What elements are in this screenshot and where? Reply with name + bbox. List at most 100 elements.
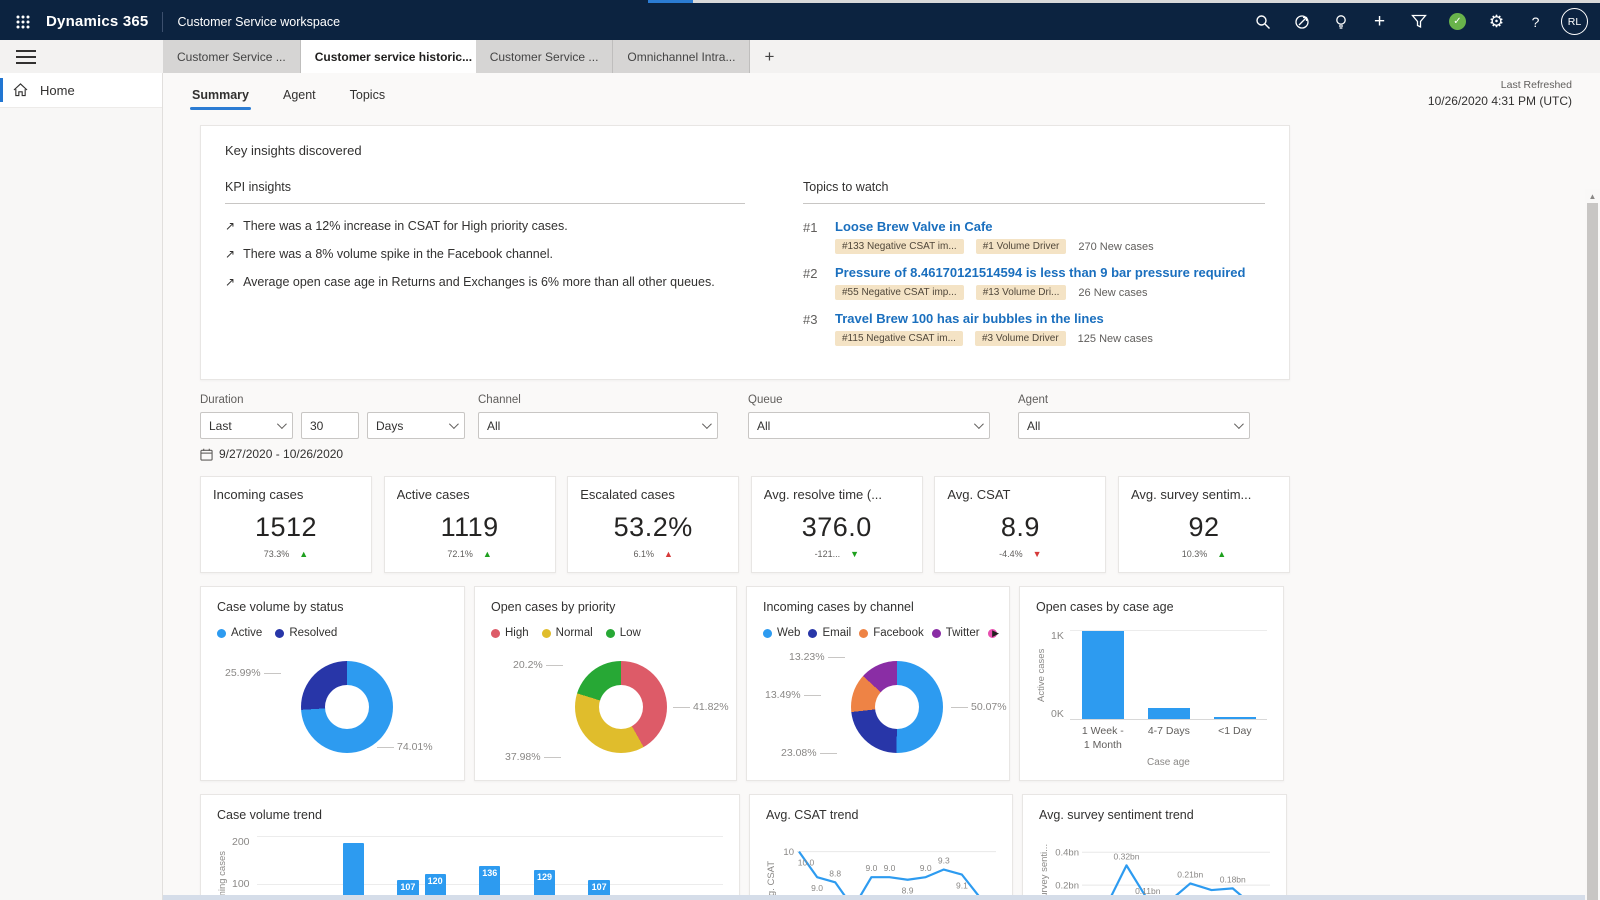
- search-icon[interactable]: [1243, 3, 1282, 40]
- bar-4-7-days[interactable]: [1148, 708, 1190, 719]
- subtab-summary[interactable]: Summary: [190, 78, 251, 110]
- filter-bar: Duration Last 30 Days 9/27/2020: [200, 394, 1290, 461]
- delta-up-icon: ▲: [299, 550, 308, 559]
- x-axis-categories: 1 Week - 1 Month 4-7 Days <1 Day: [1070, 725, 1267, 752]
- kpi-card-active-cases[interactable]: Active cases 1119 72.1% ▲: [384, 476, 556, 573]
- last-refreshed: Last Refreshed 10/26/2020 4:31 PM (UTC): [1428, 79, 1572, 108]
- subtab-agent[interactable]: Agent: [281, 78, 318, 110]
- kpi-card-incoming-cases[interactable]: Incoming cases 1512 73.3% ▲: [200, 476, 372, 573]
- y-axis-ticks: 1K0K: [1051, 630, 1064, 720]
- agent-select[interactable]: All: [1018, 412, 1250, 439]
- csat-impact-badge: #133 Negative CSAT im...: [835, 239, 964, 254]
- open-cases-by-priority-card[interactable]: Open cases by priority High Normal Low 2…: [474, 586, 737, 781]
- hamburger-menu-icon[interactable]: [16, 46, 36, 68]
- kpi-insight-item: ↗ Average open case age in Returns and E…: [225, 275, 745, 289]
- channel-donut-chart[interactable]: [851, 661, 943, 753]
- topic-link[interactable]: Travel Brew 100 has air bubbles in the l…: [835, 311, 1153, 326]
- svg-text:0.2bn: 0.2bn: [1055, 881, 1079, 892]
- delta-up-icon: ▲: [483, 550, 492, 559]
- tab-customer-service-2[interactable]: Customer Service ...: [476, 40, 614, 73]
- legend-dot: [763, 629, 772, 638]
- open-cases-by-case-age-card[interactable]: Open cases by case age Active cases 1K0K: [1019, 586, 1284, 781]
- brand-title[interactable]: Dynamics 365: [46, 13, 148, 30]
- status-donut-chart[interactable]: [301, 661, 393, 753]
- slice-label: 41.82%: [673, 701, 729, 713]
- bar-lt-1-day[interactable]: [1214, 717, 1256, 719]
- avg-survey-sentiment-trend-card[interactable]: Avg. survey sentiment trend Avg. survey …: [1022, 794, 1287, 900]
- svg-text:9.3: 9.3: [938, 856, 950, 866]
- tab-customer-service-1[interactable]: Customer Service ...: [163, 40, 301, 73]
- chevron-down-icon: [449, 419, 459, 429]
- legend-active: Active: [217, 627, 262, 639]
- user-avatar[interactable]: RL: [1561, 8, 1588, 35]
- priority-donut-chart[interactable]: [575, 661, 667, 753]
- new-cases-count: 26 New cases: [1078, 287, 1147, 299]
- kpi-insights-heading: KPI insights: [225, 180, 745, 204]
- channel-label: Channel: [478, 394, 748, 406]
- scrollbar-thumb[interactable]: [1587, 203, 1598, 900]
- topic-link[interactable]: Loose Brew Valve in Cafe: [835, 219, 1154, 234]
- chevron-down-icon: [277, 419, 287, 429]
- duration-number-input[interactable]: 30: [301, 412, 359, 439]
- legend-overflow-icon[interactable]: ▶: [992, 628, 999, 639]
- csat-trend-line: 10810.09.08.87.89.09.08.99.09.39.18.2: [777, 834, 996, 900]
- settings-gear-icon[interactable]: ⚙: [1477, 3, 1516, 40]
- svg-text:0.4bn: 0.4bn: [1055, 848, 1079, 859]
- delta-down-icon: ▼: [1033, 550, 1042, 559]
- horizontal-scrollbar[interactable]: [163, 895, 1585, 900]
- topic-link[interactable]: Pressure of 8.46170121514594 is less tha…: [835, 265, 1245, 280]
- compass-icon[interactable]: [1282, 3, 1321, 40]
- incoming-cases-by-channel-card[interactable]: Incoming cases by channel Web Email Face…: [746, 586, 1010, 781]
- channel-select[interactable]: All: [478, 412, 718, 439]
- sentiment-trend-line: 0.4bn0.2bn0.0bn0.06bn0.06bn0.32bn0.11bn0…: [1050, 834, 1270, 900]
- sidebar-item-home[interactable]: Home: [0, 73, 162, 108]
- y-axis-title: Incoming cases: [217, 836, 228, 900]
- waffle-icon[interactable]: [0, 3, 46, 40]
- y-axis-title: Avg. CSAT: [766, 834, 777, 900]
- kpi-card-escalated-cases[interactable]: Escalated cases 53.2% 6.1% ▲: [567, 476, 739, 573]
- app-name[interactable]: Customer Service workspace: [177, 15, 340, 29]
- avg-csat-trend-card[interactable]: Avg. CSAT trend Avg. CSAT 10810.09.08.87…: [749, 794, 1013, 900]
- kpi-card-avg-resolve-time[interactable]: Avg. resolve time (... 376.0 -121... ▼: [751, 476, 923, 573]
- sidebar: Home: [0, 73, 163, 900]
- svg-text:10.0: 10.0: [798, 858, 815, 868]
- volume-driver-badge: #1 Volume Driver: [976, 239, 1067, 254]
- topic-item-3: #3 Travel Brew 100 has air bubbles in th…: [803, 311, 1265, 346]
- slice-label: 23.08%: [781, 747, 837, 759]
- tab-omnichannel[interactable]: Omnichannel Intra...: [613, 40, 750, 73]
- help-icon[interactable]: ?: [1516, 3, 1555, 40]
- bar-1week-1month[interactable]: [1082, 630, 1124, 719]
- svg-text:9.0: 9.0: [811, 883, 823, 893]
- duration-mode-select[interactable]: Last: [200, 412, 293, 439]
- case-volume-by-status-card[interactable]: Case volume by status Active Resolved 25…: [200, 586, 465, 781]
- kpi-card-avg-survey-sentiment[interactable]: Avg. survey sentim... 92 10.3% ▲: [1118, 476, 1290, 573]
- queue-select[interactable]: All: [748, 412, 990, 439]
- duration-unit-select[interactable]: Days: [367, 412, 465, 439]
- case-volume-trend-card[interactable]: Case volume trend Incoming cases 2001000…: [200, 794, 740, 900]
- filter-icon[interactable]: [1399, 3, 1438, 40]
- trend-up-icon: ↗: [225, 247, 235, 261]
- add-icon[interactable]: +: [1360, 3, 1399, 40]
- new-tab-button[interactable]: +: [750, 40, 788, 73]
- scroll-up-icon[interactable]: ▲: [1585, 189, 1600, 203]
- report-subtabs: Summary Agent Topics Last Refreshed 10/2…: [163, 73, 1600, 115]
- svg-text:9.0: 9.0: [865, 863, 877, 873]
- legend-dot: [275, 629, 284, 638]
- header-divider: [162, 12, 163, 32]
- session-tab-bar: Customer Service ... Customer service hi…: [0, 40, 1600, 73]
- svg-text:0.21bn: 0.21bn: [1177, 869, 1203, 879]
- slice-label: 13.49%: [765, 689, 821, 701]
- vertical-scrollbar[interactable]: ▲ ▼: [1585, 189, 1600, 900]
- legend-dot: [217, 629, 226, 638]
- tab-customer-service-historical[interactable]: Customer service historic... ×: [301, 40, 476, 73]
- trend-bar[interactable]: [343, 843, 364, 900]
- case-age-bars: [1070, 630, 1267, 720]
- svg-text:0.18bn: 0.18bn: [1220, 874, 1246, 884]
- kpi-card-avg-csat[interactable]: Avg. CSAT 8.9 -4.4% ▼: [934, 476, 1106, 573]
- status-check-icon[interactable]: ✓: [1438, 3, 1477, 40]
- subtab-topics[interactable]: Topics: [348, 78, 387, 110]
- delta-up-icon: ▲: [1217, 550, 1226, 559]
- dashboard-content: Key insights discovered KPI insights ↗ T…: [163, 115, 1600, 900]
- legend-low: Low: [606, 627, 641, 639]
- lightbulb-icon[interactable]: [1321, 3, 1360, 40]
